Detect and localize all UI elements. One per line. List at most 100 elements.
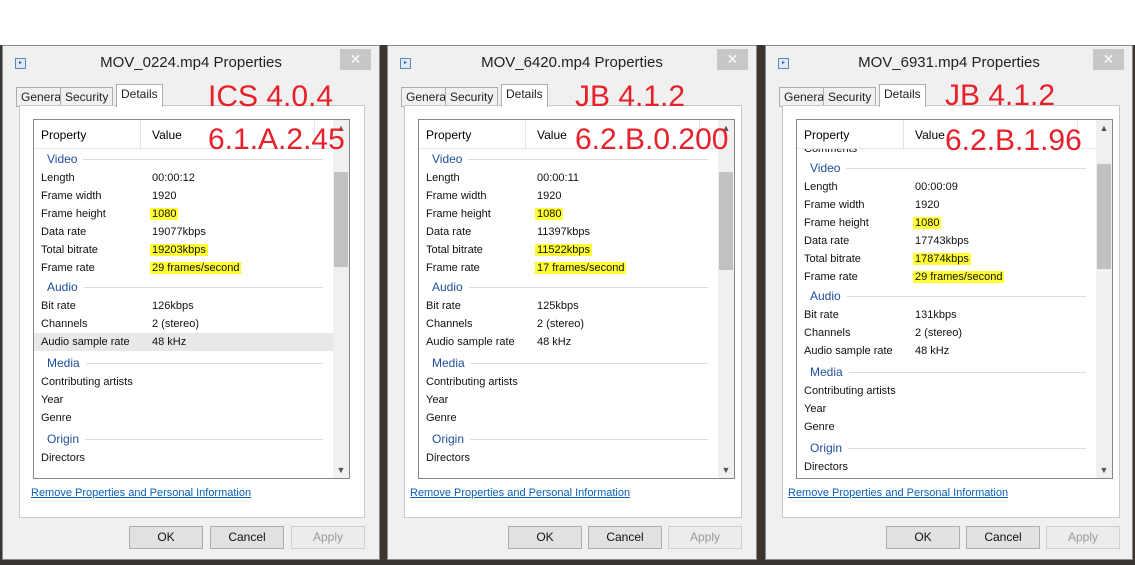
table-row[interactable]: Year [34,391,333,409]
tab-security[interactable]: Security [445,87,499,107]
property-value: 2 (stereo) [152,315,199,333]
column-header-property[interactable]: Property [804,128,849,142]
ok-button[interactable]: OK [129,526,203,549]
column-header-property[interactable]: Property [41,128,86,142]
value-text: 17743kbps [915,235,969,247]
chevron-up-icon[interactable]: ▲ [1096,120,1112,136]
vertical-scrollbar[interactable]: ▲ ▼ [718,120,734,478]
cancel-button[interactable]: Cancel [966,526,1040,549]
column-header-value[interactable]: Value [537,128,567,142]
properties-dialog: ▸ MOV_6931.mp4 Properties ✕ General Security… [765,45,1133,560]
value-text: 00:00:12 [152,172,195,184]
table-row[interactable]: Contributing artists [797,382,1096,400]
table-row[interactable]: Channels 2 (stereo) [34,315,333,333]
table-row[interactable]: Directors [797,458,1096,476]
group-divider [432,439,708,440]
tab-security[interactable]: Security [823,87,877,107]
group-label: Video [810,159,847,177]
chevron-down-icon[interactable]: ▼ [718,462,734,478]
table-row[interactable]: Length 00:00:09 [797,178,1096,196]
table-row[interactable]: Frame height 1080 [797,214,1096,232]
table-row[interactable]: Contributing artists [419,373,718,391]
annotation-firmware-build: 6.1.A.2.45 [208,123,345,156]
value-text: 131kbps [915,309,957,321]
table-row[interactable]: Audio sample rate 48 kHz [419,333,718,351]
table-row[interactable]: Frame width 1920 [419,187,718,205]
table-row[interactable]: Total bitrate 11522kbps [419,241,718,259]
ok-button[interactable]: OK [886,526,960,549]
table-row[interactable]: Channels 2 (stereo) [419,315,718,333]
table-row[interactable]: Frame rate 29 frames/second [797,268,1096,286]
close-button[interactable]: ✕ [340,49,371,70]
cancel-button[interactable]: Cancel [588,526,662,549]
table-row[interactable]: Directors [419,449,718,467]
property-list[interactable]: Property Value Video Length 00:00:12 Frame wi… [33,119,350,479]
value-text: 48 kHz [915,345,950,357]
property-list[interactable]: Property Value Comments Video Length 00:00:09… [796,119,1113,479]
table-row[interactable]: Year [419,391,718,409]
table-row[interactable]: Audio sample rate 48 kHz [34,333,333,351]
table-row[interactable]: Data rate 19077kbps [34,223,333,241]
property-name: Frame height [804,217,869,229]
table-row[interactable]: Bit rate 131kbps [797,306,1096,324]
column-header-property[interactable]: Property [426,128,471,142]
table-row[interactable]: Year [797,400,1096,418]
table-row[interactable]: Frame rate 17 frames/second [419,259,718,277]
property-list[interactable]: Property Value Video Length 00:00:11 Frame wi… [418,119,735,479]
tab-security[interactable]: Security [60,87,114,107]
tab-details[interactable]: Details [879,84,926,107]
table-row[interactable]: Genre [797,418,1096,436]
remove-properties-link[interactable]: Remove Properties and Personal Informati… [31,487,251,499]
dialog-title: MOV_6931.mp4 Properties [858,54,1040,71]
property-value: 2 (stereo) [537,315,584,333]
close-button[interactable]: ✕ [717,49,748,70]
vertical-scrollbar[interactable]: ▲ ▼ [333,120,349,478]
property-name: Frame width [804,199,865,211]
table-row[interactable]: Genre [34,409,333,427]
table-row[interactable]: Genre [419,409,718,427]
table-row[interactable]: Audio sample rate 48 kHz [797,342,1096,360]
vertical-scrollbar[interactable]: ▲ ▼ [1096,120,1112,478]
chevron-down-icon[interactable]: ▼ [1096,462,1112,478]
table-row[interactable]: Channels 2 (stereo) [797,324,1096,342]
scrollbar-thumb[interactable] [719,172,733,270]
table-row[interactable]: Total bitrate 19203kbps [34,241,333,259]
table-row[interactable]: Frame width 1920 [797,196,1096,214]
table-row[interactable]: Bit rate 125kbps [419,297,718,315]
ok-button[interactable]: OK [508,526,582,549]
group-heading: Audio [34,278,333,296]
group-heading: Audio [797,287,1096,305]
table-row[interactable]: Data rate 11397kbps [419,223,718,241]
table-row[interactable]: Total bitrate 17874kbps [797,250,1096,268]
property-value: 00:00:11 [537,169,579,187]
remove-properties-link[interactable]: Remove Properties and Personal Informati… [788,487,1008,499]
table-row[interactable]: Frame height 1080 [419,205,718,223]
property-name: Data rate [426,226,472,238]
details-panel: Property Value Video Length 00:00:12 Frame wi… [19,105,365,518]
table-row[interactable]: Contributing artists [34,373,333,391]
table-row[interactable]: Length 00:00:12 [34,169,333,187]
table-row[interactable]: Frame rate 29 frames/second [34,259,333,277]
tab-details[interactable]: Details [501,84,548,107]
value-text: 17874kbps [913,253,971,265]
property-name: Audio sample rate [804,345,893,357]
group-label: Audio [432,278,469,296]
table-row[interactable]: Directors [34,449,333,467]
remove-properties-link[interactable]: Remove Properties and Personal Informati… [410,487,630,499]
group-divider [47,159,323,160]
value-text: 1920 [152,190,177,202]
table-row[interactable]: Length 00:00:11 [419,169,718,187]
close-button[interactable]: ✕ [1093,49,1124,70]
table-row[interactable]: Bit rate 126kbps [34,297,333,315]
chevron-down-icon[interactable]: ▼ [333,462,349,478]
column-header-value[interactable]: Value [915,128,945,142]
table-row[interactable]: Frame height 1080 [34,205,333,223]
scrollbar-thumb[interactable] [1097,164,1111,269]
property-name: Contributing artists [426,376,518,388]
tab-details[interactable]: Details [116,84,163,107]
cancel-button[interactable]: Cancel [210,526,284,549]
table-row[interactable]: Data rate 17743kbps [797,232,1096,250]
scrollbar-thumb[interactable] [334,172,348,267]
column-header-value[interactable]: Value [152,128,182,142]
table-row[interactable]: Frame width 1920 [34,187,333,205]
